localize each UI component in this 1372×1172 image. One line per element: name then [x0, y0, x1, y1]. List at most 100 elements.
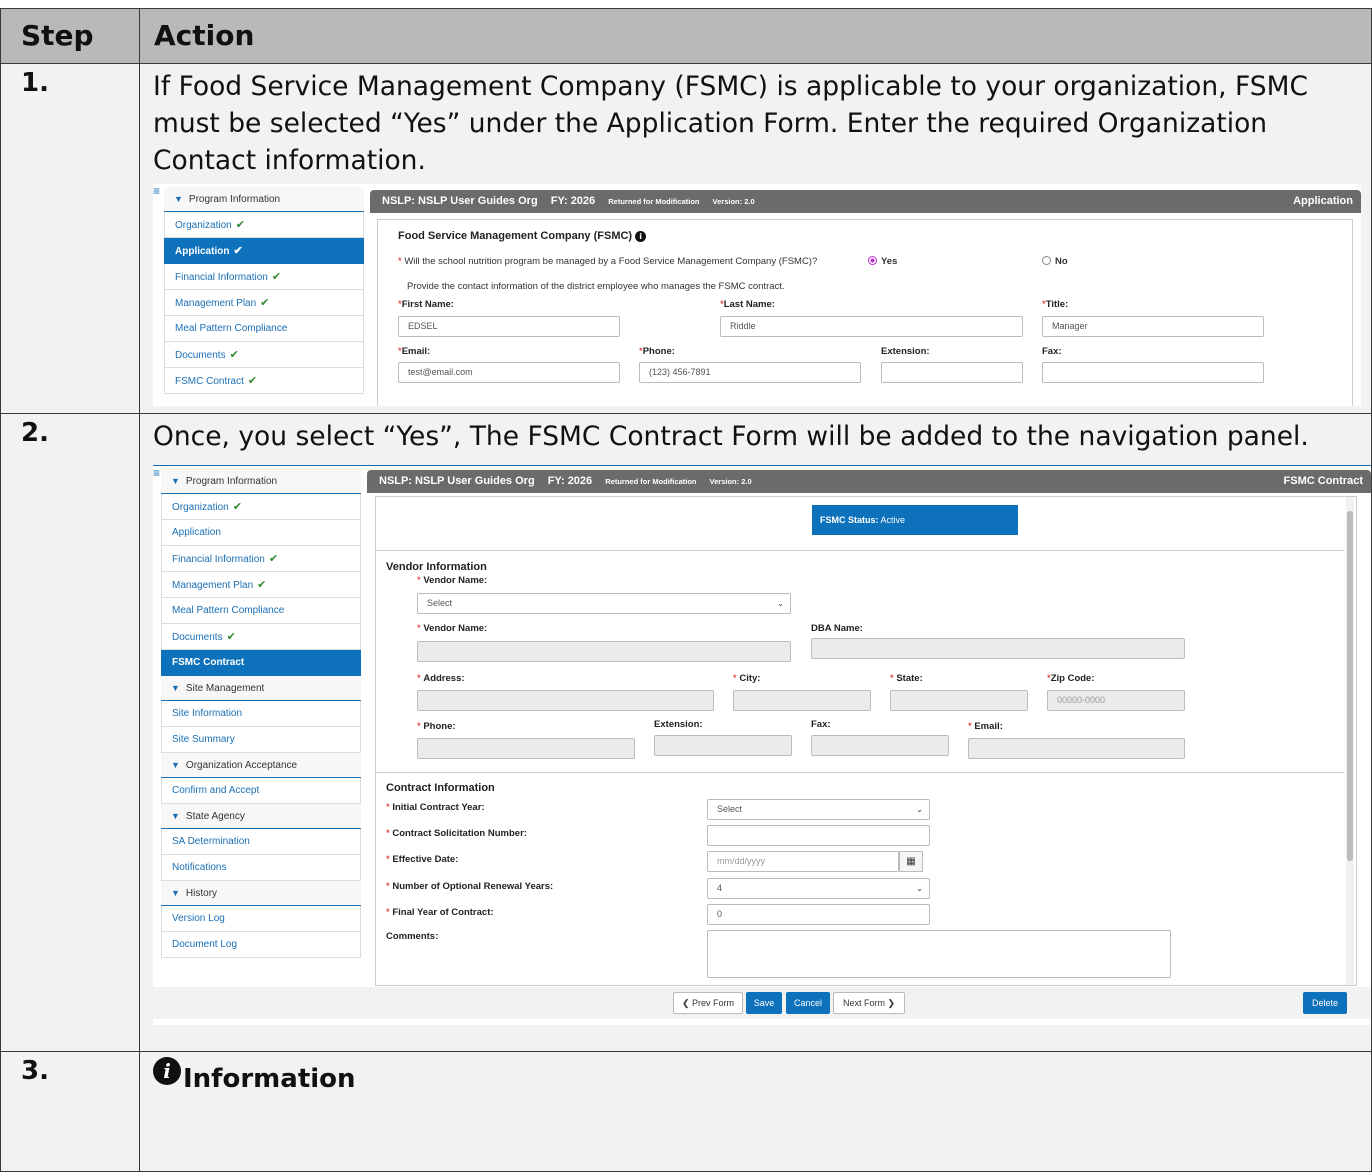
city-input[interactable] — [733, 690, 871, 711]
chevron-down-icon: ▼ — [171, 888, 180, 898]
information-heading: i Information — [153, 1057, 1371, 1094]
sidebar-item-notifications[interactable]: Notifications — [161, 855, 361, 881]
delete-button[interactable]: Delete — [1303, 992, 1347, 1014]
sidebar-item-label: SA Determination — [172, 836, 250, 847]
calendar-icon[interactable]: ▦ — [899, 851, 923, 872]
sidebar-item-application[interactable]: Application — [161, 520, 361, 546]
nav-section-program-information[interactable]: ▼ Program Information — [164, 187, 364, 212]
first-name-input[interactable]: EDSEL — [398, 316, 620, 337]
prev-form-button[interactable]: ❮ Prev Form — [673, 992, 743, 1014]
initial-contract-year-label: * Initial Contract Year: — [386, 802, 485, 813]
address-input[interactable] — [417, 690, 714, 711]
state-label: * State: — [890, 673, 923, 684]
chevron-down-icon: ▼ — [171, 811, 180, 821]
step-action: If Food Service Management Company (FSMC… — [139, 63, 1372, 414]
fax-input[interactable] — [1042, 362, 1264, 383]
contract-solicitation-number-input[interactable] — [707, 825, 930, 846]
sidebar-item-site-summary[interactable]: Site Summary — [161, 727, 361, 753]
save-button[interactable]: Save — [746, 992, 782, 1014]
state-input[interactable] — [890, 690, 1028, 711]
city-label: * City: — [733, 673, 761, 684]
sidebar-item-application[interactable]: Application ✔ — [164, 238, 364, 264]
sidebar-item-label: Application — [172, 527, 221, 538]
sidebar-item-documents[interactable]: Documents ✔ — [161, 624, 361, 650]
provide-contact-text: Provide the contact information of the d… — [407, 281, 785, 292]
effective-date-label: * Effective Date: — [386, 854, 459, 865]
sidebar-item-management-plan[interactable]: Management Plan ✔ — [161, 572, 361, 598]
zip-code-input[interactable]: 00000-0000 — [1047, 690, 1185, 711]
hamburger-menu-icon[interactable]: ≡ — [153, 466, 160, 480]
email-label: * Email: — [968, 721, 1003, 732]
fax-label: Fax: — [1042, 346, 1062, 357]
vendor-name-input[interactable] — [417, 641, 791, 662]
fsmc-contract-form-screenshot: ≡ ▼ Program Information Organization ✔ Appl… — [153, 465, 1371, 1025]
form-name: Application — [1293, 195, 1353, 207]
dba-name-input[interactable] — [811, 638, 1185, 659]
sidebar-item-document-log[interactable]: Document Log — [161, 932, 361, 958]
instruction-table: Step Action 1. If Food Service Managemen… — [0, 8, 1372, 1172]
sidebar-item-label: FSMC Contract — [172, 657, 245, 668]
chevron-right-icon: ❯ — [884, 998, 896, 1008]
radio-no[interactable]: No — [1042, 256, 1068, 267]
form-header-bar: NSLP: NSLP User Guides Org FY: 2026 Retu… — [367, 470, 1371, 493]
optional-renewal-years-select[interactable]: 4 ⌄ — [707, 878, 930, 899]
form-panel: Food Service Management Company (FSMC) i… — [377, 219, 1353, 406]
contract-solicitation-number-label: * Contract Solicitation Number: — [386, 828, 527, 839]
fax-input[interactable] — [811, 735, 949, 756]
sidebar-item-label: Financial Information — [175, 272, 268, 283]
sidebar-item-financial-information[interactable]: Financial Information ✔ — [164, 264, 364, 290]
last-name-input[interactable]: Riddle — [720, 316, 1023, 337]
sidebar-item-site-information[interactable]: Site Information — [161, 701, 361, 727]
nav-section-history[interactable]: ▼ History — [161, 881, 361, 906]
sidebar-item-label: Site Information — [172, 708, 243, 719]
comments-textarea[interactable] — [707, 930, 1171, 978]
chevron-down-icon: ▼ — [174, 194, 183, 204]
sidebar-item-confirm-and-accept[interactable]: Confirm and Accept — [161, 778, 361, 804]
sidebar-item-organization[interactable]: Organization ✔ — [161, 494, 361, 520]
sidebar-item-fsmc-contract[interactable]: FSMC Contract — [161, 650, 361, 676]
sidebar-item-meal-pattern-compliance[interactable]: Meal Pattern Compliance — [161, 598, 361, 624]
sidebar-item-version-log[interactable]: Version Log — [161, 906, 361, 932]
email-input[interactable]: test@email.com — [398, 362, 620, 383]
next-form-button[interactable]: Next Form ❯ — [833, 992, 905, 1014]
sidebar-item-fsmc-contract[interactable]: FSMC Contract ✔ — [164, 368, 364, 394]
step-number: 2. — [0, 413, 140, 1052]
sidebar-item-meal-pattern-compliance[interactable]: Meal Pattern Compliance — [164, 316, 364, 342]
radio-yes[interactable]: Yes — [868, 256, 897, 267]
extension-input[interactable] — [881, 362, 1023, 383]
vendor-name-select[interactable]: Select ⌄ — [417, 593, 791, 614]
radio-yes-icon — [868, 256, 877, 265]
title-input[interactable]: Manager — [1042, 316, 1264, 337]
phone-input[interactable] — [417, 738, 635, 759]
sidebar-item-organization[interactable]: Organization ✔ — [164, 212, 364, 238]
nav-section-program-information[interactable]: ▼ Program Information — [161, 469, 361, 494]
sidebar-item-label: Application — [175, 246, 230, 257]
fiscal-year: FY: 2026 — [550, 195, 596, 207]
cancel-button[interactable]: Cancel — [786, 992, 830, 1014]
sidebar-item-sa-determination[interactable]: SA Determination — [161, 829, 361, 855]
effective-date-input[interactable]: mm/dd/yyyy — [707, 851, 899, 872]
sidebar-item-documents[interactable]: Documents ✔ — [164, 342, 364, 368]
table-header-row: Step Action — [0, 8, 1372, 64]
form-panel: FSMC Status: Active Vendor Information *… — [375, 496, 1357, 986]
sidebar-item-financial-information[interactable]: Financial Information ✔ — [161, 546, 361, 572]
nav-section-state-agency[interactable]: ▼ State Agency — [161, 804, 361, 829]
sidebar-item-label: Financial Information — [172, 554, 265, 565]
scrollbar-thumb[interactable] — [1347, 511, 1353, 861]
info-icon[interactable]: i — [635, 231, 647, 242]
sidebar-item-management-plan[interactable]: Management Plan ✔ — [164, 290, 364, 316]
nav-section-organization-acceptance[interactable]: ▼ Organization Acceptance — [161, 753, 361, 778]
extension-input[interactable] — [654, 735, 792, 756]
nav-section-site-management[interactable]: ▼ Site Management — [161, 676, 361, 701]
sidebar-item-label: Management Plan — [175, 298, 257, 309]
chevron-down-icon: ⌄ — [916, 884, 923, 893]
vendor-section-title: Vendor Information — [386, 561, 487, 573]
initial-contract-year-select[interactable]: Select ⌄ — [707, 799, 930, 820]
hamburger-menu-icon[interactable]: ≡ — [153, 184, 160, 198]
optional-renewal-years-label: * Number of Optional Renewal Years: — [386, 881, 554, 892]
final-year-input[interactable]: 0 — [707, 904, 930, 925]
email-input[interactable] — [968, 738, 1185, 759]
phone-input[interactable]: (123) 456-7891 — [639, 362, 861, 383]
last-name-label: *Last Name: — [720, 299, 775, 310]
fsmc-question: * Will the school nutrition program be m… — [398, 256, 818, 267]
